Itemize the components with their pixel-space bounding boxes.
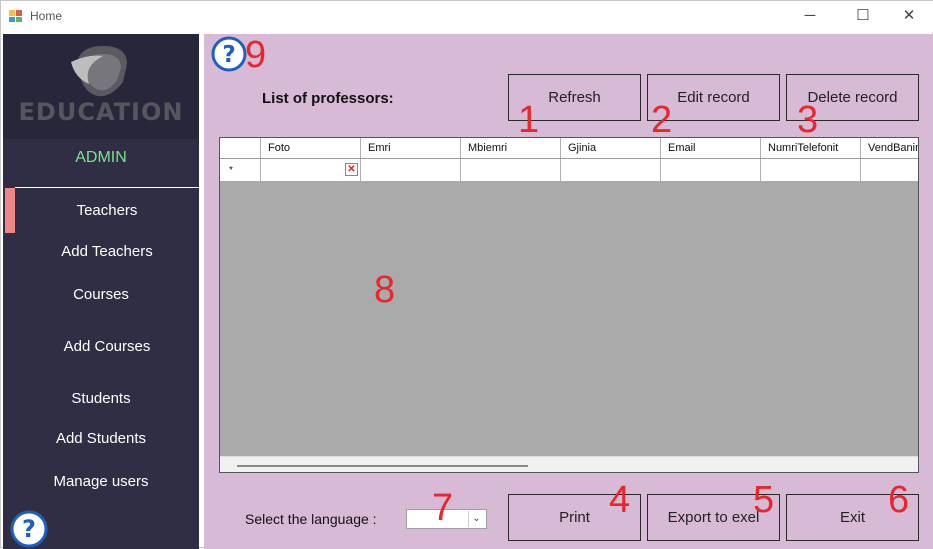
table-cell[interactable] xyxy=(361,159,461,181)
print-button[interactable]: Print xyxy=(508,494,641,541)
column-header[interactable]: Foto xyxy=(261,138,361,158)
refresh-button[interactable]: Refresh xyxy=(508,74,641,121)
help-icon[interactable]: ? xyxy=(10,510,48,548)
delete-record-button[interactable]: Delete record xyxy=(786,74,919,121)
column-header[interactable]: Gjinia xyxy=(561,138,661,158)
window-title: Home xyxy=(30,9,63,23)
title-bar: Home ─ ☐ ✕ xyxy=(1,1,933,32)
minimize-button[interactable]: ─ xyxy=(787,1,833,32)
table-row[interactable]: * ✕ xyxy=(220,159,918,181)
new-row-marker: * xyxy=(220,159,261,181)
column-header[interactable]: Emri xyxy=(361,138,461,158)
app-icon xyxy=(9,10,22,22)
page-title: List of professors: xyxy=(262,90,394,107)
language-label: Select the language : xyxy=(245,511,377,527)
logo: EDUCATION xyxy=(3,34,199,139)
table-cell[interactable] xyxy=(461,159,561,181)
logo-text: EDUCATION xyxy=(18,98,184,126)
app-window: Home ─ ☐ ✕ EDUCATION ADMIN Teachers Add … xyxy=(0,0,933,549)
sidebar-item-teachers[interactable]: Teachers xyxy=(15,187,199,233)
sidebar-item-add-students[interactable]: Add Students xyxy=(9,430,193,447)
horizontal-scrollbar[interactable] xyxy=(220,456,918,472)
exit-button[interactable]: Exit xyxy=(786,494,919,541)
table-cell[interactable] xyxy=(561,159,661,181)
table-cell[interactable] xyxy=(761,159,861,181)
scrollbar-thumb[interactable] xyxy=(237,465,528,467)
row-header-corner xyxy=(220,138,261,158)
sidebar-item-courses[interactable]: Courses xyxy=(9,286,193,303)
user-role-label: ADMIN xyxy=(75,149,127,166)
sidebar-item-students[interactable]: Students xyxy=(9,390,193,407)
sidebar-item-add-courses[interactable]: Add Courses xyxy=(15,338,199,355)
table-cell[interactable] xyxy=(861,159,918,181)
help-icon[interactable]: ? xyxy=(211,36,247,72)
language-select[interactable]: ⌄ xyxy=(406,509,487,529)
edit-record-button[interactable]: Edit record xyxy=(647,74,780,121)
broken-image-icon: ✕ xyxy=(345,163,358,176)
maximize-button[interactable]: ☐ xyxy=(840,1,886,32)
table-cell[interactable]: ✕ xyxy=(261,159,361,181)
column-header[interactable]: Email xyxy=(661,138,761,158)
column-header[interactable]: NumriTelefonit xyxy=(761,138,861,158)
sidebar-item-add-teachers[interactable]: Add Teachers xyxy=(15,243,199,260)
professors-grid[interactable]: Foto Emri Mbiemri Gjinia Email NumriTele… xyxy=(219,137,919,473)
column-header[interactable]: Mbiemri xyxy=(461,138,561,158)
graduation-logo-icon xyxy=(71,46,127,97)
svg-text:?: ? xyxy=(222,42,235,68)
grid-header: Foto Emri Mbiemri Gjinia Email NumriTele… xyxy=(220,138,918,159)
column-header[interactable]: VendBanimi xyxy=(861,138,918,158)
sidebar-item-manage-users[interactable]: Manage users xyxy=(9,473,193,490)
svg-text:?: ? xyxy=(22,515,36,543)
close-button[interactable]: ✕ xyxy=(886,1,932,32)
chevron-down-icon[interactable]: ⌄ xyxy=(468,511,484,527)
table-cell[interactable] xyxy=(661,159,761,181)
export-to-excel-button[interactable]: Export to exel xyxy=(647,494,780,541)
